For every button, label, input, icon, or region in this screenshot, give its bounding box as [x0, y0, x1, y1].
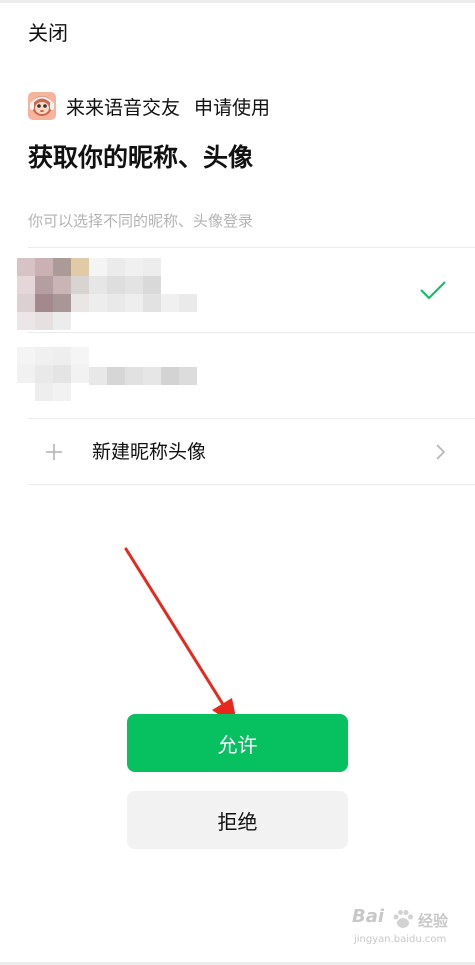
- baidu-jingyan-watermark: Bai 经验 jingyan.baidu.com: [352, 906, 470, 954]
- account-option[interactable]: [0, 333, 475, 418]
- chevron-right-icon: [436, 444, 446, 460]
- monkey-avatar-icon: [28, 92, 56, 120]
- plus-icon: [46, 444, 62, 460]
- divider: [28, 418, 475, 419]
- checkmark-icon: [420, 281, 446, 300]
- watermark-brand: Bai: [352, 906, 385, 927]
- top-edge: [0, 0, 475, 3]
- watermark-url: jingyan.baidu.com: [354, 934, 447, 945]
- new-profile-row[interactable]: 新建昵称头像: [28, 420, 475, 484]
- page-subtitle: 你可以选择不同的昵称、头像登录: [28, 212, 254, 230]
- new-profile-label: 新建昵称头像: [92, 441, 207, 463]
- account-option-selected[interactable]: [0, 248, 475, 332]
- page-title: 获取你的昵称、头像: [28, 143, 254, 172]
- divider: [28, 484, 475, 485]
- paw-icon: [393, 910, 413, 928]
- watermark-product: 经验: [418, 912, 449, 930]
- app-info: 来来语音交友 申请使用: [28, 92, 270, 120]
- app-request-text: 申请使用: [194, 96, 271, 119]
- allow-button[interactable]: 允许: [127, 714, 348, 772]
- app-name: 来来语音交友: [66, 96, 181, 119]
- close-button[interactable]: 关闭: [28, 20, 68, 46]
- reject-button[interactable]: 拒绝: [127, 791, 348, 849]
